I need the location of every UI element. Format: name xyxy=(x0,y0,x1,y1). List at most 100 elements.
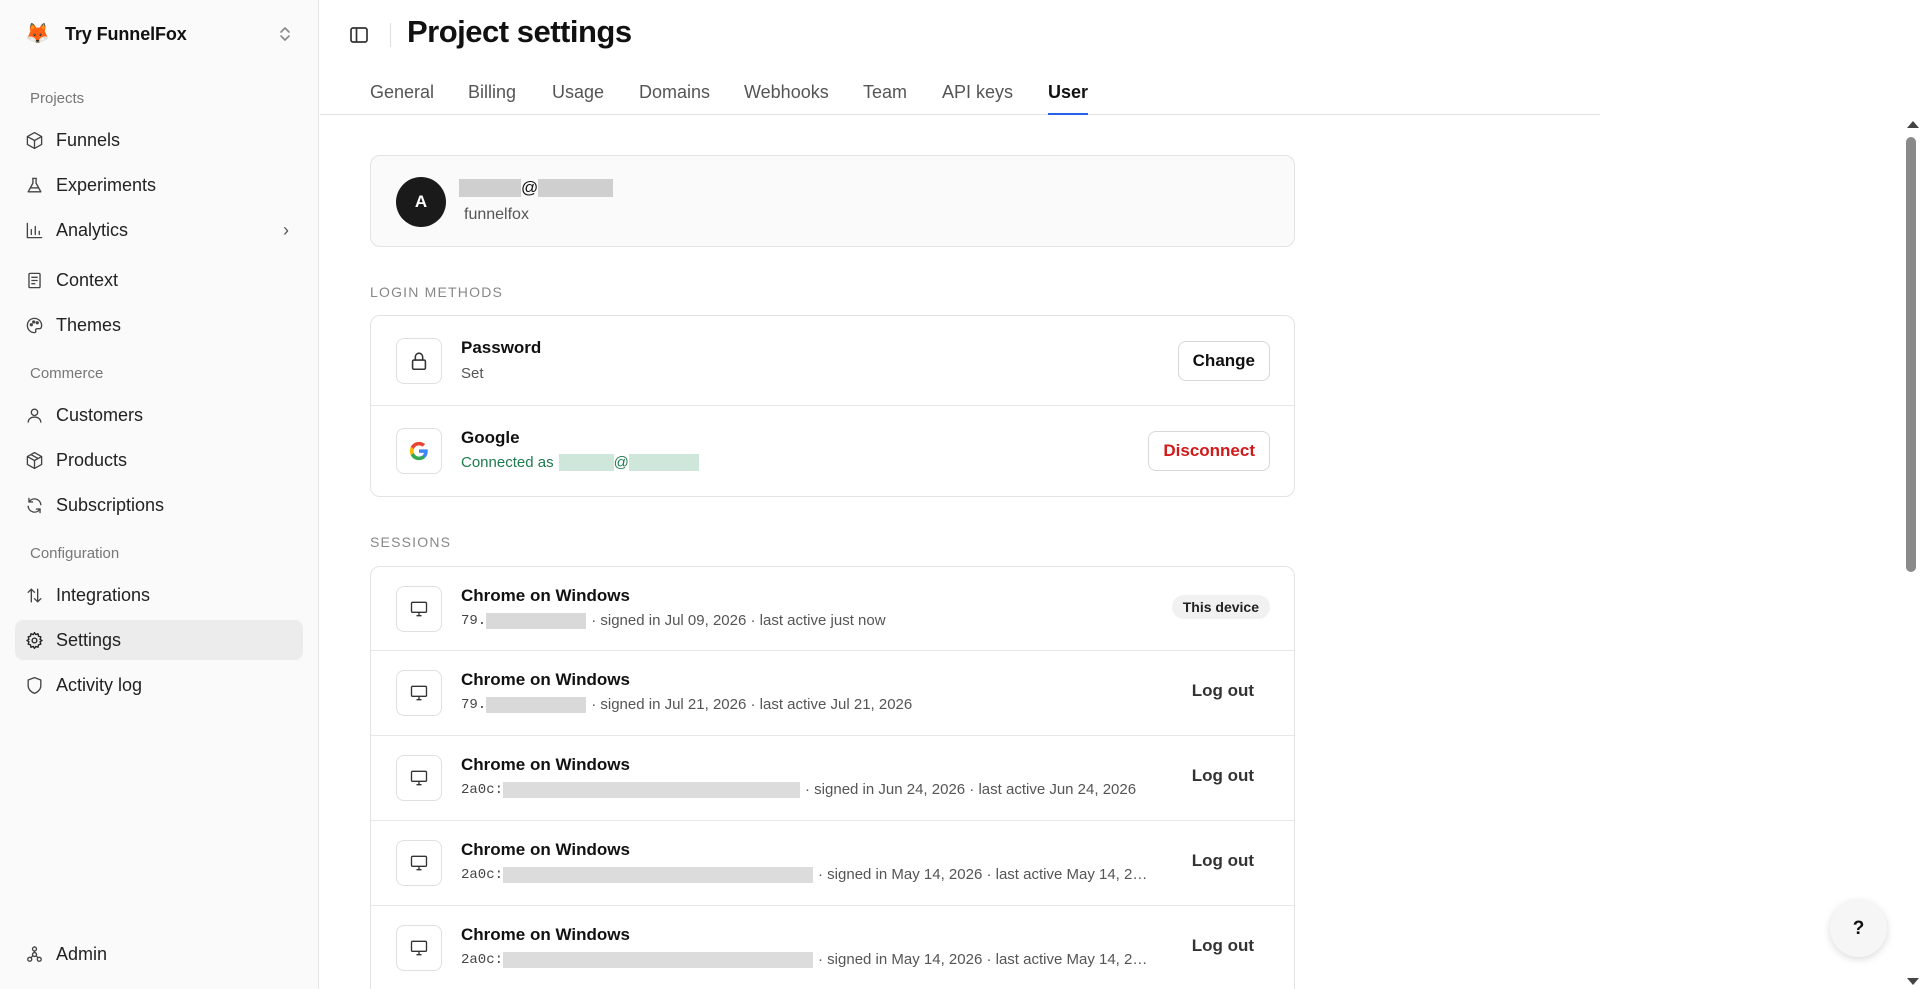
tab-team[interactable]: Team xyxy=(863,82,907,115)
session-row: Chrome on Windows 2a0c: · signed in May … xyxy=(371,906,1294,989)
sidebar-item-settings[interactable]: Settings xyxy=(15,620,303,660)
redacted-email-domain xyxy=(538,179,614,197)
sidebar-item-context[interactable]: Context xyxy=(15,260,303,300)
google-icon xyxy=(396,428,442,474)
box-icon xyxy=(26,131,43,149)
scroll-up-arrow-icon[interactable] xyxy=(1907,121,1919,128)
tab-general[interactable]: General xyxy=(370,82,434,115)
password-title: Password xyxy=(461,338,542,357)
password-status: Set xyxy=(461,365,484,382)
tab-domains[interactable]: Domains xyxy=(639,82,710,115)
help-button[interactable]: ? xyxy=(1830,900,1887,957)
login-method-google: Google Connected as @ Disconnect xyxy=(371,406,1294,496)
monitor-icon xyxy=(396,586,442,632)
avatar: A xyxy=(396,177,446,227)
session-details: 79. · signed in Jul 09, 2026 · last acti… xyxy=(461,612,886,629)
google-title: Google xyxy=(461,428,520,447)
session-details: 79. · signed in Jul 21, 2026 · last acti… xyxy=(461,696,913,713)
sessions-card: Chrome on Windows 79. · signed in Jul 09… xyxy=(370,566,1295,989)
sidebar-item-experiments[interactable]: Experiments xyxy=(15,165,303,205)
sidebar-toggle-button[interactable] xyxy=(347,23,371,47)
log-out-button[interactable]: Log out xyxy=(1192,936,1254,956)
settings-tabs: General Billing Usage Domains Webhooks T… xyxy=(320,78,1600,115)
redacted-ip xyxy=(503,781,801,798)
redacted-ip xyxy=(503,951,814,968)
tab-webhooks[interactable]: Webhooks xyxy=(744,82,829,115)
admin-icon xyxy=(27,945,42,962)
disconnect-google-button[interactable]: Disconnect xyxy=(1148,431,1270,471)
session-details: 2a0c: · signed in May 14, 2026 · last ac… xyxy=(461,866,1148,883)
chart-icon xyxy=(26,222,43,238)
monitor-icon xyxy=(396,925,442,971)
sidebar-item-funnels[interactable]: Funnels xyxy=(15,120,303,160)
arrows-icon xyxy=(27,587,42,603)
session-title: Chrome on Windows xyxy=(461,670,630,689)
sidebar-item-themes[interactable]: Themes xyxy=(15,305,303,345)
user-profile-card: A @ funnelfox xyxy=(370,155,1295,247)
redacted-ip xyxy=(486,696,587,713)
session-row: Chrome on Windows 2a0c: · signed in May … xyxy=(371,821,1294,906)
tab-usage[interactable]: Usage xyxy=(552,82,604,115)
sidebar-item-customers[interactable]: Customers xyxy=(15,395,303,435)
redacted-google-domain xyxy=(628,454,699,471)
session-title: Chrome on Windows xyxy=(461,840,630,859)
session-row: Chrome on Windows 79. · signed in Jul 09… xyxy=(371,567,1294,651)
session-details: 2a0c: · signed in May 14, 2026 · last ac… xyxy=(461,951,1148,968)
tab-api-keys[interactable]: API keys xyxy=(942,82,1013,115)
redacted-ip xyxy=(486,612,587,629)
change-password-button[interactable]: Change xyxy=(1177,341,1270,381)
header-divider xyxy=(390,23,391,47)
sidebar-item-integrations[interactable]: Integrations xyxy=(15,575,303,615)
user-email: @ xyxy=(459,178,614,198)
refresh-icon xyxy=(27,497,42,513)
sidebar-toggle-icon xyxy=(350,27,368,43)
chevron-right-icon: › xyxy=(283,219,289,240)
sidebar-item-analytics[interactable]: Analytics › xyxy=(15,210,303,250)
log-out-button[interactable]: Log out xyxy=(1192,766,1254,786)
session-title: Chrome on Windows xyxy=(461,586,630,605)
login-methods-heading: LOGIN METHODS xyxy=(370,284,504,300)
palette-icon xyxy=(26,317,43,333)
session-details: 2a0c: · signed in Jun 24, 2026 · last ac… xyxy=(461,781,1137,798)
session-title: Chrome on Windows xyxy=(461,925,630,944)
log-out-button[interactable]: Log out xyxy=(1192,851,1254,871)
workspace-switcher[interactable]: 🦊 Try FunnelFox xyxy=(15,14,303,54)
redacted-email-name xyxy=(459,179,521,197)
login-method-password: Password Set Change xyxy=(371,316,1294,406)
log-out-button[interactable]: Log out xyxy=(1192,681,1254,701)
tab-user[interactable]: User xyxy=(1048,82,1089,115)
sidebar-item-admin[interactable]: Admin xyxy=(15,934,303,974)
chevron-up-down-icon xyxy=(279,25,291,43)
gear-icon xyxy=(26,631,43,649)
redacted-ip xyxy=(503,866,814,883)
page-title: Project settings xyxy=(407,14,632,49)
scroll-down-arrow-icon[interactable] xyxy=(1907,978,1919,985)
flask-icon xyxy=(27,177,42,193)
section-configuration: Configuration xyxy=(30,545,120,562)
sidebar-item-products[interactable]: Products xyxy=(15,440,303,480)
login-methods-card: Password Set Change Google Connected as … xyxy=(370,315,1295,497)
sidebar: 🦊 Try FunnelFox Projects Funnels Experim… xyxy=(0,0,319,989)
monitor-icon xyxy=(396,755,442,801)
shield-icon xyxy=(27,676,42,694)
page-scrollbar[interactable] xyxy=(1903,117,1920,989)
user-org: funnelfox xyxy=(464,206,529,223)
monitor-icon xyxy=(396,840,442,886)
monitor-icon xyxy=(396,670,442,716)
package-icon xyxy=(26,451,43,469)
sidebar-item-subscriptions[interactable]: Subscriptions xyxy=(15,485,303,525)
section-projects: Projects xyxy=(30,90,85,107)
this-device-badge: This device xyxy=(1171,595,1270,619)
scrollbar-thumb[interactable] xyxy=(1906,137,1916,572)
email-at-sign: @ xyxy=(521,178,539,197)
redacted-google-name xyxy=(558,454,614,471)
section-commerce: Commerce xyxy=(30,365,104,382)
tab-billing[interactable]: Billing xyxy=(468,82,516,115)
sidebar-item-activity-log[interactable]: Activity log xyxy=(15,665,303,705)
sessions-heading: SESSIONS xyxy=(370,534,452,550)
workspace-name: Try FunnelFox xyxy=(65,23,187,44)
fox-icon: 🦊 xyxy=(25,23,50,45)
user-icon xyxy=(27,407,42,423)
document-icon xyxy=(28,272,41,288)
session-title: Chrome on Windows xyxy=(461,755,630,774)
